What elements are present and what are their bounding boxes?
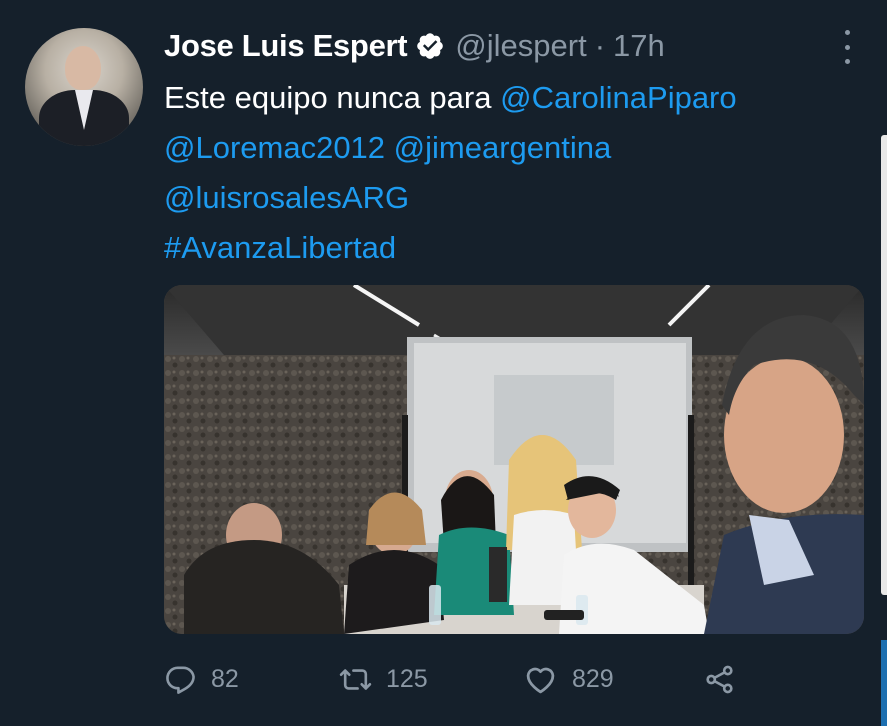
author-name[interactable]: Jose Luis Espert [164,28,408,64]
photo-illustration [164,285,864,634]
retweet-count: 125 [386,664,428,693]
mention-link[interactable]: @jimeargentina [394,130,612,165]
verified-badge-icon [415,31,445,61]
mention-link[interactable]: @Loremac2012 [164,130,385,165]
retweet-button[interactable]: 125 [339,663,523,696]
like-button[interactable]: 829 [523,662,703,697]
mention-link[interactable]: @luisrosalesARG [164,180,409,215]
author-handle[interactable]: @jlespert [455,28,586,64]
separator-dot: · [594,28,606,63]
author-avatar[interactable] [25,28,143,146]
more-options-icon[interactable] [835,30,859,64]
tweet-header: Jose Luis Espert @jlespert · 17h [164,26,665,66]
reply-count: 82 [211,664,239,693]
tweet-text: Este equipo nunca para @CarolinaPiparo @… [164,73,864,273]
tweet[interactable]: Jose Luis Espert @jlespert · 17h Este eq… [0,0,887,726]
share-button[interactable] [703,663,736,696]
scrollbar[interactable] [881,135,887,595]
reply-button[interactable]: 82 [164,663,339,696]
tweet-text-plain: Este equipo nunca para [164,80,501,115]
scrollbar-accent [881,640,887,726]
avatar-head [65,46,101,90]
hashtag-link[interactable]: #AvanzaLibertad [164,230,396,265]
heart-icon [523,662,558,697]
share-icon [703,663,736,696]
retweet-icon [339,663,372,696]
tweet-timestamp[interactable]: 17h [613,28,665,64]
tweet-photo[interactable] [164,285,864,634]
mention-link[interactable]: @CarolinaPiparo [500,80,737,115]
like-count: 829 [572,664,614,693]
tweet-actions: 82 125 829 [164,656,736,702]
reply-icon [164,663,197,696]
